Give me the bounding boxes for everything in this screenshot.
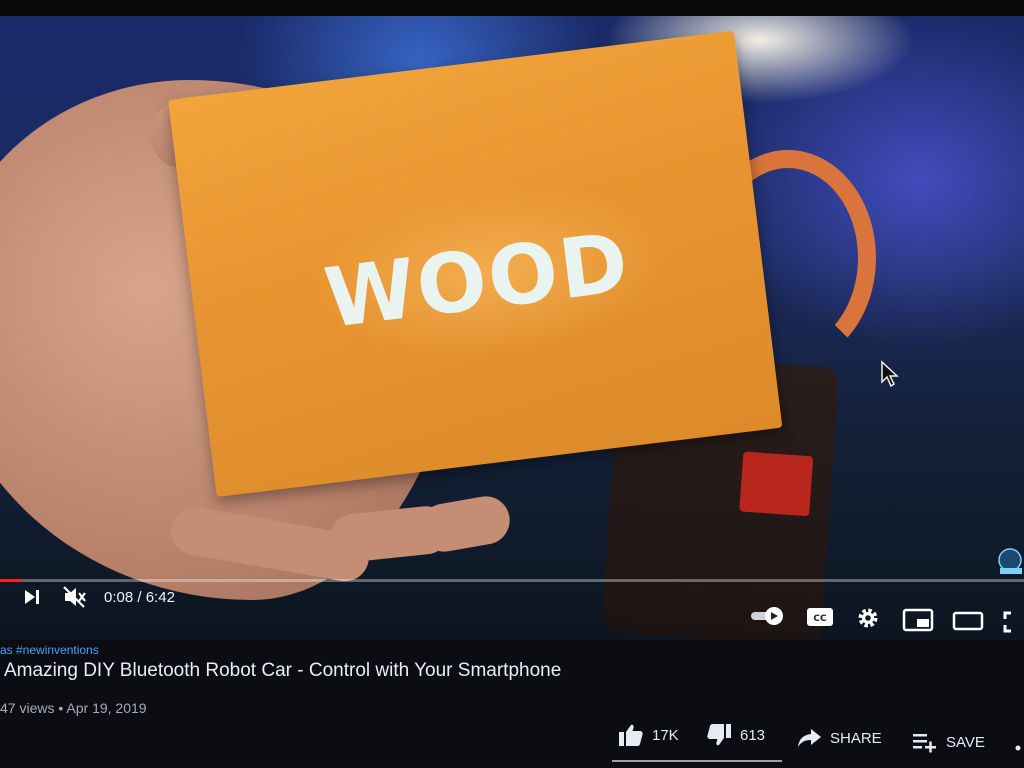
thumbs-up-icon xyxy=(619,724,643,746)
dislike-button[interactable]: 613 xyxy=(706,723,765,747)
share-label: SHARE xyxy=(830,729,882,747)
duration: 6:42 xyxy=(145,589,175,606)
time-separator: / xyxy=(133,589,146,606)
fullscreen-icon[interactable] xyxy=(1002,610,1024,634)
more-actions-icon[interactable] xyxy=(1014,744,1022,752)
time-display: 0:08 / 6:42 xyxy=(104,589,175,606)
channel-watermark-icon[interactable] xyxy=(996,546,1024,576)
video-meta: 47 views • Apr 19, 2019 xyxy=(0,700,147,716)
next-icon[interactable] xyxy=(22,588,42,606)
finger xyxy=(416,492,514,556)
screen-bezel xyxy=(0,0,1024,16)
dislike-count: 613 xyxy=(740,726,766,744)
captions-icon[interactable]: CC xyxy=(806,606,834,628)
view-count: 47 views xyxy=(0,700,55,716)
miniplayer-icon[interactable] xyxy=(902,608,934,632)
save-label: SAVE xyxy=(946,733,985,751)
share-arrow-icon xyxy=(798,729,821,747)
autoplay-toggle-icon[interactable] xyxy=(750,606,786,626)
mute-icon[interactable] xyxy=(62,585,88,609)
video-player[interactable]: WOOD 0:08 / 6:42 CC xyxy=(0,0,1024,640)
hashtag-link[interactable]: as #newinventions xyxy=(0,643,99,657)
current-time: 0:08 xyxy=(104,589,134,606)
thumbs-down-icon xyxy=(707,724,731,746)
mouse-cursor-icon xyxy=(881,360,899,388)
like-count: 17K xyxy=(652,726,679,744)
like-ratio-bar xyxy=(612,760,782,762)
meta-dot: • xyxy=(54,700,67,716)
video-title: Amazing DIY Bluetooth Robot Car - Contro… xyxy=(4,660,562,681)
add-to-playlist-icon xyxy=(913,734,936,753)
like-button[interactable]: 17K xyxy=(618,723,679,747)
theater-icon[interactable] xyxy=(952,610,984,632)
save-button[interactable]: SAVE xyxy=(912,731,985,753)
wood-card: WOOD xyxy=(168,30,783,498)
share-button[interactable]: SHARE xyxy=(796,727,882,749)
svg-text:CC: CC xyxy=(813,614,827,624)
card-text: WOOD xyxy=(319,215,635,347)
settings-icon[interactable] xyxy=(856,606,880,630)
progress-played xyxy=(0,579,22,582)
progress-bar[interactable] xyxy=(0,579,1024,582)
upload-date: Apr 19, 2019 xyxy=(66,700,147,716)
